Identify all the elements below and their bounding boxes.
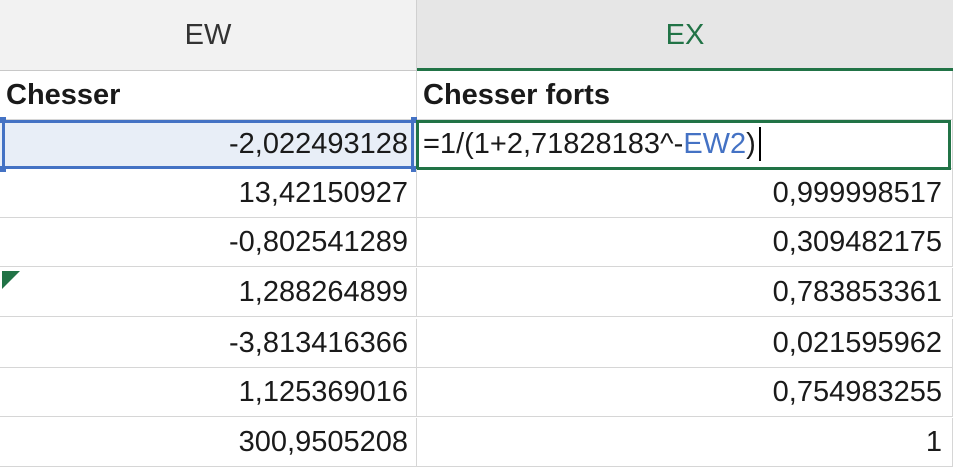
cell-ex-header[interactable]: Chesser forts (417, 71, 953, 120)
table-row: -3,813416366 0,021595962 (0, 319, 953, 368)
cell-ew[interactable]: -3,813416366 (0, 319, 417, 368)
cell-ex[interactable]: 0,021595962 (417, 319, 953, 368)
error-indicator-icon[interactable] (2, 271, 20, 289)
active-cell-border (416, 120, 951, 170)
resize-handle-tl[interactable] (0, 117, 6, 123)
cell-ew-header[interactable]: Chesser (0, 71, 417, 120)
table-row: -0,802541289 0,309482175 (0, 218, 953, 267)
cell-ex[interactable]: 0,999998517 (417, 169, 953, 218)
table-row: Chesser Chesser forts (0, 71, 953, 120)
cell-ew[interactable]: -0,802541289 (0, 218, 417, 267)
cell-ex[interactable]: 0,754983255 (417, 368, 953, 417)
spreadsheet-grid: EW EX Chesser Chesser forts -2,022493128… (0, 0, 953, 468)
cell-ew[interactable]: 1,288264899 (0, 268, 417, 317)
table-row: 1,288264899 0,783853361 (0, 268, 953, 317)
cell-ex[interactable]: 1 (417, 418, 953, 467)
cell-ew[interactable]: 1,125369016 (0, 368, 417, 417)
cell-ex[interactable]: 0,783853361 (417, 268, 953, 317)
cell-ex[interactable]: 0,309482175 (417, 218, 953, 267)
table-row: 1,125369016 0,754983255 (0, 368, 953, 417)
table-row: 300,9505208 1 (0, 418, 953, 467)
column-header-ew[interactable]: EW (0, 0, 417, 70)
column-header-ex[interactable]: EX (417, 0, 953, 71)
reference-highlight-border (2, 120, 414, 169)
cell-ew[interactable]: 13,42150927 (0, 169, 417, 218)
cell-ew[interactable]: 300,9505208 (0, 418, 417, 467)
table-row: 13,42150927 0,999998517 (0, 169, 953, 218)
column-header-row: EW EX (0, 0, 953, 71)
